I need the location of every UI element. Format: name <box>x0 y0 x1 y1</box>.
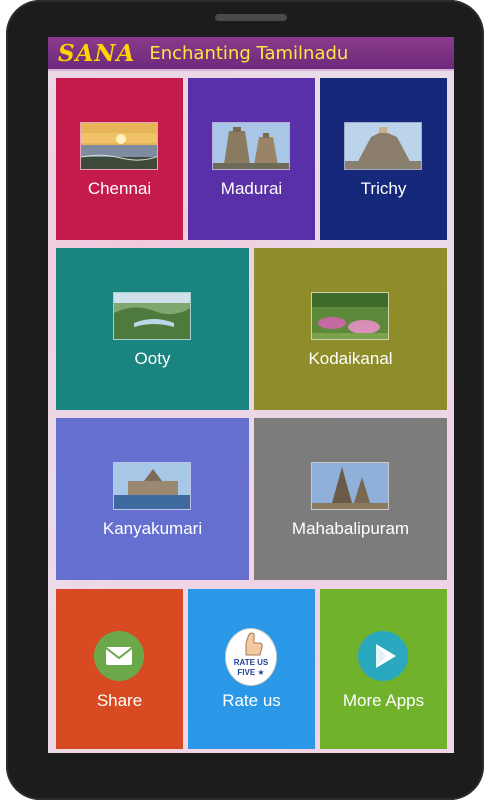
tile-kodaikanal[interactable]: Kodaikanal <box>254 248 447 410</box>
rate-us-label: Rate us <box>222 691 281 710</box>
badge-line-2: FIVE ★ <box>237 668 265 677</box>
madurai-photo <box>212 122 290 170</box>
app-screen: SANA Enchanting Tamilnadu Chennai Madura… <box>48 37 454 753</box>
app-title: Enchanting Tamilnadu <box>149 42 349 64</box>
tile-kanyakumari[interactable]: Kanyakumari <box>56 418 249 580</box>
tile-label: Ooty <box>134 349 171 368</box>
tile-ooty[interactable]: Ooty <box>56 248 249 410</box>
tile-label: Chennai <box>87 179 152 198</box>
kanyakumari-photo <box>113 462 191 510</box>
kodaikanal-photo <box>311 292 389 340</box>
phone-frame: SANA Enchanting Tamilnadu Chennai Madura… <box>6 0 484 800</box>
more-apps-button[interactable]: More Apps <box>320 589 447 749</box>
rate-us-badge-icon: RATE US FIVE ★ <box>226 629 276 685</box>
chennai-photo <box>80 122 158 170</box>
tile-trichy[interactable]: Trichy <box>320 78 447 240</box>
tile-label: Trichy <box>360 179 407 198</box>
tile-label: Madurai <box>220 179 283 198</box>
tile-label: Mahabalipuram <box>291 519 410 538</box>
rate-us-button[interactable]: RATE US FIVE ★ Rate us <box>188 589 315 749</box>
tile-mahabalipuram[interactable]: Mahabalipuram <box>254 418 447 580</box>
share-icon <box>94 631 144 681</box>
brand-logo: SANA <box>58 39 136 67</box>
speaker-grille <box>215 14 287 21</box>
tile-label: Kanyakumari <box>102 519 203 538</box>
app-header: SANA Enchanting Tamilnadu <box>48 37 454 71</box>
ooty-photo <box>113 292 191 340</box>
share-label: Share <box>96 691 143 710</box>
more-apps-label: More Apps <box>342 691 425 710</box>
mahabalipuram-photo <box>311 462 389 510</box>
badge-line-1: RATE US <box>233 658 269 667</box>
trichy-photo <box>344 122 422 170</box>
play-store-icon <box>358 631 408 681</box>
tile-label: Kodaikanal <box>308 349 393 368</box>
share-button[interactable]: Share <box>56 589 183 749</box>
tile-chennai[interactable]: Chennai <box>56 78 183 240</box>
tile-madurai[interactable]: Madurai <box>188 78 315 240</box>
